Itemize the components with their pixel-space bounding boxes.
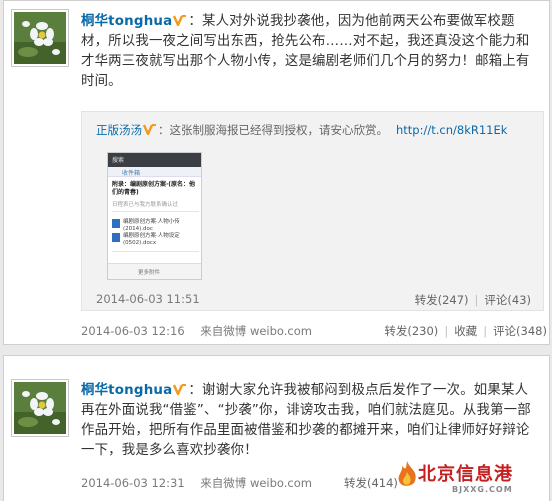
- doc-file-icon: [112, 219, 120, 228]
- phone-search-text: 搜索: [112, 157, 125, 164]
- verified-v-icon: [173, 384, 187, 395]
- repost-button[interactable]: 转发(414): [344, 476, 398, 490]
- feed-post-1: 桐华tonghua ：某人对外说我抄袭他，因为他前两天公布要做军校题材，所以我一夜…: [3, 0, 550, 345]
- repost-text: ：这张制服海报已经得到授权，请安心欣赏。: [158, 123, 388, 137]
- avatar[interactable]: [11, 379, 69, 437]
- verified-v-icon: [173, 15, 187, 26]
- avatar[interactable]: [11, 9, 69, 67]
- post-author[interactable]: 桐华tonghua: [81, 14, 172, 29]
- repost-comment-button[interactable]: 评论(43): [484, 293, 531, 307]
- verified-v-icon: [143, 124, 156, 135]
- phone-folder-bar: 收件箱: [108, 167, 201, 177]
- post-source-prefix: 来自: [200, 476, 224, 490]
- favorite-button[interactable]: 收藏: [454, 324, 477, 338]
- post-author[interactable]: 桐华tonghua: [81, 383, 172, 398]
- post-source-link[interactable]: 微博 weibo.com: [223, 476, 312, 490]
- repost-link[interactable]: http://t.cn/8kR11Ek: [396, 123, 507, 137]
- post-time[interactable]: 2014-06-03 12:31: [81, 476, 185, 490]
- flame-logo-icon: [398, 461, 416, 486]
- phone-top-bar: 搜索: [108, 153, 201, 167]
- post-time[interactable]: 2014-06-03 12:16: [81, 324, 185, 338]
- repost-thumbnail-image[interactable]: 搜索 收件箱 附录：编剧原创方案·(原名：他们的青春) 日程表已与我方联系确认过…: [107, 152, 202, 280]
- repost-button[interactable]: 转发(230): [384, 324, 438, 338]
- post-source-prefix: 来自: [200, 324, 224, 338]
- watermark-main-text: 北京信息港: [418, 464, 513, 485]
- repost-block: 正版汤汤 ：这张制服海报已经得到授权，请安心欣赏。 http://t.cn/8kR1…: [81, 111, 544, 311]
- phone-subject: 附录：编剧原创方案·(原名：他们的青春): [112, 181, 196, 196]
- phone-footer-text: 更多附件: [138, 270, 161, 276]
- site-watermark: 北京信息港 BJXXG.COM: [394, 460, 550, 500]
- phone-preview: 日程表已与我方联系确认过: [112, 202, 179, 208]
- phone-inbox-label: 收件箱: [122, 170, 141, 177]
- repost-time[interactable]: 2014-06-03 11:51: [96, 292, 200, 306]
- watermark-domain-text: BJXXG.COM: [452, 485, 513, 494]
- doc-file-icon: [112, 233, 120, 242]
- phone-footer: 更多附件: [108, 263, 201, 279]
- repost-author[interactable]: 正版汤汤: [96, 123, 142, 137]
- phone-file-1: 编剧原创方案·人物小传(2014).doc: [123, 219, 180, 232]
- post-source-link[interactable]: 微博 weibo.com: [223, 324, 312, 338]
- avatar-flower-image: [14, 382, 66, 434]
- phone-file-2: 编剧原创方案·人物设定(0502).docx: [123, 233, 180, 246]
- comment-button[interactable]: 评论(348): [493, 324, 547, 338]
- repost-repost-button[interactable]: 转发(247): [415, 293, 469, 307]
- avatar-flower-image: [14, 12, 66, 64]
